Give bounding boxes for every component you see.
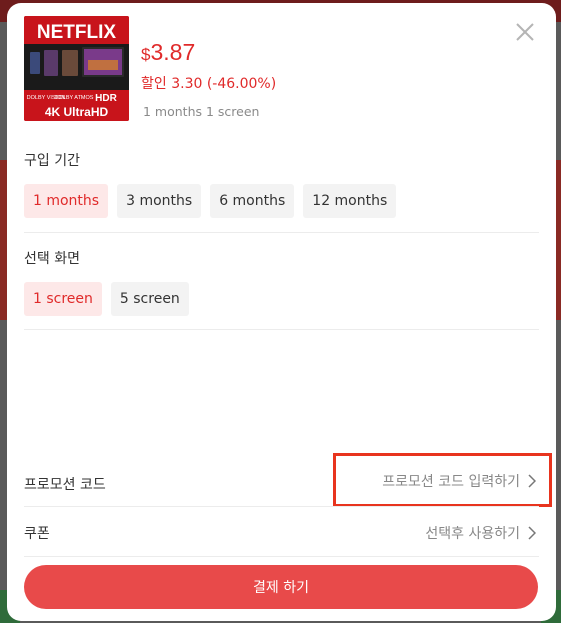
period-title: 구입 기간 [24, 153, 80, 169]
screen-option-5-screen[interactable]: 5 screen [110, 282, 189, 316]
coupon-select-link[interactable]: 선택후 사용하기 [425, 523, 536, 543]
resolution-label: 4K UltraHD [45, 105, 109, 119]
chevron-right-icon [528, 526, 536, 540]
screens-title: 선택 화면 [24, 251, 80, 267]
close-icon [516, 23, 534, 41]
screen-options: 1 screen 5 screen [24, 282, 189, 316]
divider [24, 232, 539, 233]
period-option-1-months[interactable]: 1 months [24, 184, 109, 218]
divider [24, 556, 539, 557]
coupon-label: 쿠폰 [24, 526, 50, 542]
period-option-3-months[interactable]: 3 months [117, 184, 202, 218]
price: $3.87 [141, 39, 195, 66]
promo-code-label: 프로모션 코드 [24, 477, 106, 493]
netflix-logo: NETFLIX [37, 22, 116, 43]
divider [24, 506, 539, 507]
screen-option-1-screen[interactable]: 1 screen [24, 282, 102, 316]
selection-summary: 1 months 1 screen [143, 104, 260, 119]
discount-text: 할인 3.30 (-46.00%) [141, 76, 277, 92]
purchase-option-modal: NETFLIX DOLBY VISION DOLBY ATMOS HDR 4K … [7, 3, 556, 621]
coupon-placeholder: 선택후 사용하기 [425, 526, 520, 542]
checkout-button[interactable]: 결제 하기 [24, 565, 538, 609]
badge-hdr: HDR [95, 93, 117, 104]
product-thumbnail: NETFLIX DOLBY VISION DOLBY ATMOS HDR 4K … [24, 16, 129, 121]
badge-dolby-atmos: DOLBY ATMOS [55, 95, 94, 101]
close-button[interactable] [514, 21, 536, 43]
promo-code-highlight [333, 453, 552, 507]
period-option-12-months[interactable]: 12 months [303, 184, 397, 218]
price-amount: 3.87 [150, 39, 196, 65]
divider [24, 329, 539, 330]
period-options: 1 months 3 months 6 months 12 months [24, 184, 397, 218]
period-option-6-months[interactable]: 6 months [210, 184, 295, 218]
